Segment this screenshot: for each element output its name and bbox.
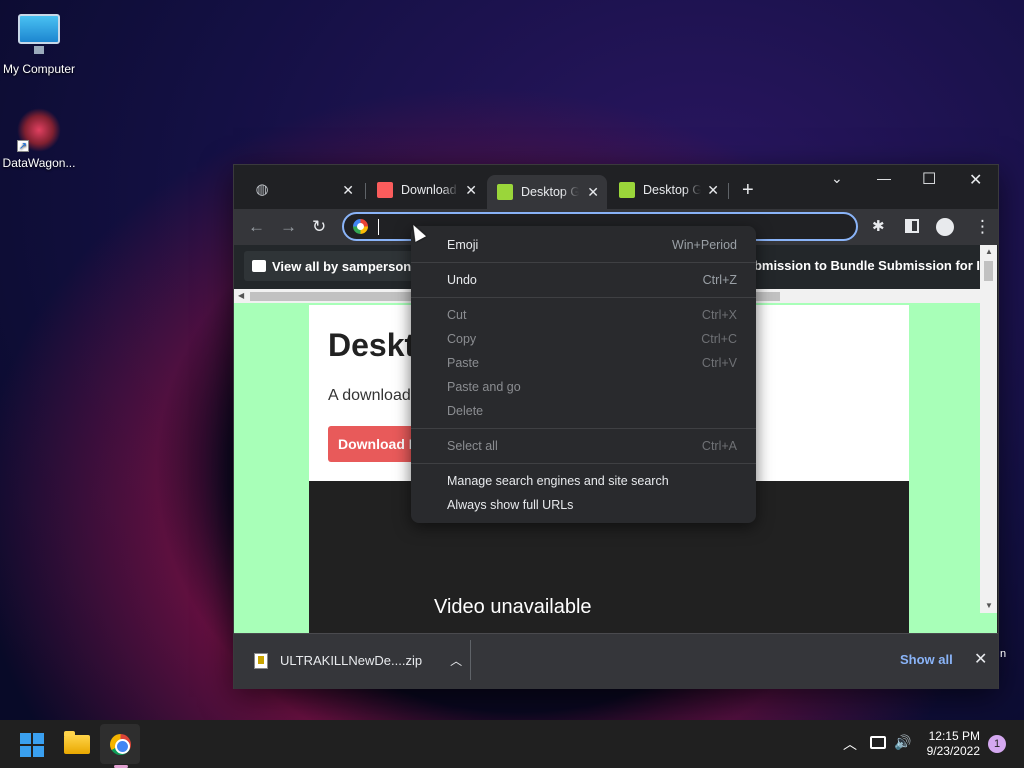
page-title: Deskt xyxy=(328,327,416,363)
desktop-icon-label: My Computer xyxy=(2,62,76,76)
menu-item-emoji[interactable]: Emoji Win+Period xyxy=(447,235,737,255)
monitor-icon xyxy=(17,14,61,58)
menu-item-select-all[interactable]: Select all Ctrl+A xyxy=(447,436,737,456)
tab-4[interactable]: Desktop G ✕ xyxy=(609,175,727,205)
profile-icon[interactable] xyxy=(936,218,954,236)
vertical-scrollbar[interactable]: ▲ ▼ xyxy=(980,245,997,613)
menu-separator xyxy=(411,262,756,263)
desktop-icon-datawagon[interactable]: ↗ DataWagon... xyxy=(0,108,79,170)
notification-badge[interactable]: 1 xyxy=(988,735,1006,753)
start-button[interactable] xyxy=(20,733,44,757)
scroll-left-icon[interactable]: ◀ xyxy=(238,291,244,300)
taskbar-chrome-button[interactable] xyxy=(100,724,140,764)
itch-icon xyxy=(377,182,393,198)
chrome-icon xyxy=(110,734,131,755)
close-window-button[interactable]: ✕ xyxy=(969,170,982,190)
menu-separator xyxy=(411,428,756,429)
volume-icon[interactable]: 🔊 xyxy=(894,734,911,751)
download-item[interactable]: ULTRAKILLNewDe....zip ︿ xyxy=(254,652,462,669)
context-menu: Emoji Win+Period Undo Ctrl+Z Cut Ctrl+X Cop… xyxy=(411,226,756,523)
taskbar: ︿ 🔊 12:15 PM 9/23/2022 1 xyxy=(0,720,1024,768)
menu-kebab-icon[interactable]: ⋮ xyxy=(974,217,991,237)
bundle-link[interactable]: ubmission to Bundle Submission for Indi xyxy=(746,258,997,273)
back-button[interactable]: ← xyxy=(248,217,265,237)
menu-item-always-show-full-urls[interactable]: Always show full URLs xyxy=(447,495,737,515)
clock[interactable]: 12:15 PM 9/23/2022 xyxy=(918,729,980,759)
tab-close-icon[interactable]: ✕ xyxy=(587,184,599,201)
scroll-thumb[interactable] xyxy=(984,261,993,281)
download-shelf: ULTRAKILLNewDe....zip ︿ Show all ✕ xyxy=(234,633,998,689)
page-description: A download xyxy=(328,387,411,404)
scroll-up-icon[interactable]: ▲ xyxy=(985,247,993,256)
datawagon-icon: ↗ xyxy=(17,108,61,152)
tab-separator xyxy=(728,183,729,199)
tab-2[interactable]: Download ✕ xyxy=(367,175,485,205)
globe-icon: ◍ xyxy=(255,181,269,198)
green-leaf-icon xyxy=(619,182,635,198)
reload-button[interactable]: ↻ xyxy=(312,217,326,237)
date-text: 9/23/2022 xyxy=(926,744,980,758)
tab-separator xyxy=(365,183,366,199)
show-hidden-icons-chevron-icon[interactable]: ︿ xyxy=(843,734,857,754)
menu-item-manage-search-engines[interactable]: Manage search engines and site search xyxy=(447,471,737,491)
show-all-link[interactable]: Show all xyxy=(900,652,953,667)
windows-logo-icon xyxy=(20,733,31,744)
new-tab-button[interactable]: + xyxy=(742,179,754,202)
forward-button[interactable]: → xyxy=(280,217,297,237)
minimize-button[interactable]: — xyxy=(877,170,891,186)
menu-item-undo[interactable]: Undo Ctrl+Z xyxy=(447,270,737,290)
google-icon xyxy=(353,219,368,234)
shortcut-arrow-icon: ↗ xyxy=(17,140,29,152)
text-caret xyxy=(378,219,379,235)
file-explorer-icon[interactable] xyxy=(64,731,90,754)
tab-search-button[interactable]: ⌄ xyxy=(831,170,843,187)
maximize-button[interactable]: ☐ xyxy=(922,169,936,189)
itch-logo-icon xyxy=(252,260,266,272)
download-filename: ULTRAKILLNewDe....zip xyxy=(280,653,423,668)
tab-3-active[interactable]: Desktop G ✕ xyxy=(487,175,607,209)
menu-item-copy[interactable]: Copy Ctrl+C xyxy=(447,329,737,349)
desktop-icon-label: DataWagon... xyxy=(2,156,76,170)
menu-item-paste-and-go[interactable]: Paste and go xyxy=(447,377,737,397)
green-leaf-icon xyxy=(497,184,513,200)
menu-item-delete[interactable]: Delete xyxy=(447,401,737,421)
menu-separator xyxy=(411,463,756,464)
chevron-up-icon[interactable]: ︿ xyxy=(450,652,462,669)
time-text: 12:15 PM xyxy=(928,729,980,743)
tab-close-icon[interactable]: ✕ xyxy=(707,182,719,199)
menu-item-cut[interactable]: Cut Ctrl+X xyxy=(447,305,737,325)
video-unavailable-text: Video unavailable xyxy=(434,596,592,618)
network-icon[interactable] xyxy=(870,736,886,749)
extensions-icon[interactable]: ✱ xyxy=(872,217,885,235)
view-all-link[interactable]: View all by samperson xyxy=(244,251,420,281)
divider xyxy=(470,640,471,680)
scroll-down-icon[interactable]: ▼ xyxy=(985,601,993,610)
tab-1[interactable]: ◍ ✕ xyxy=(244,175,362,205)
desktop-icon-my-computer[interactable]: My Computer xyxy=(0,10,79,76)
tab-close-icon[interactable]: ✕ xyxy=(342,182,354,199)
menu-item-paste[interactable]: Paste Ctrl+V xyxy=(447,353,737,373)
side-panel-icon[interactable] xyxy=(905,219,919,233)
tab-close-icon[interactable]: ✕ xyxy=(465,182,477,199)
tab-strip: ◍ ✕ Download ✕ Desktop G ✕ Desktop G ✕ +… xyxy=(234,165,998,209)
close-shelf-button[interactable]: ✕ xyxy=(974,649,987,669)
zip-file-icon xyxy=(254,652,268,669)
stray-text: n xyxy=(1000,648,1007,660)
menu-separator xyxy=(411,297,756,298)
